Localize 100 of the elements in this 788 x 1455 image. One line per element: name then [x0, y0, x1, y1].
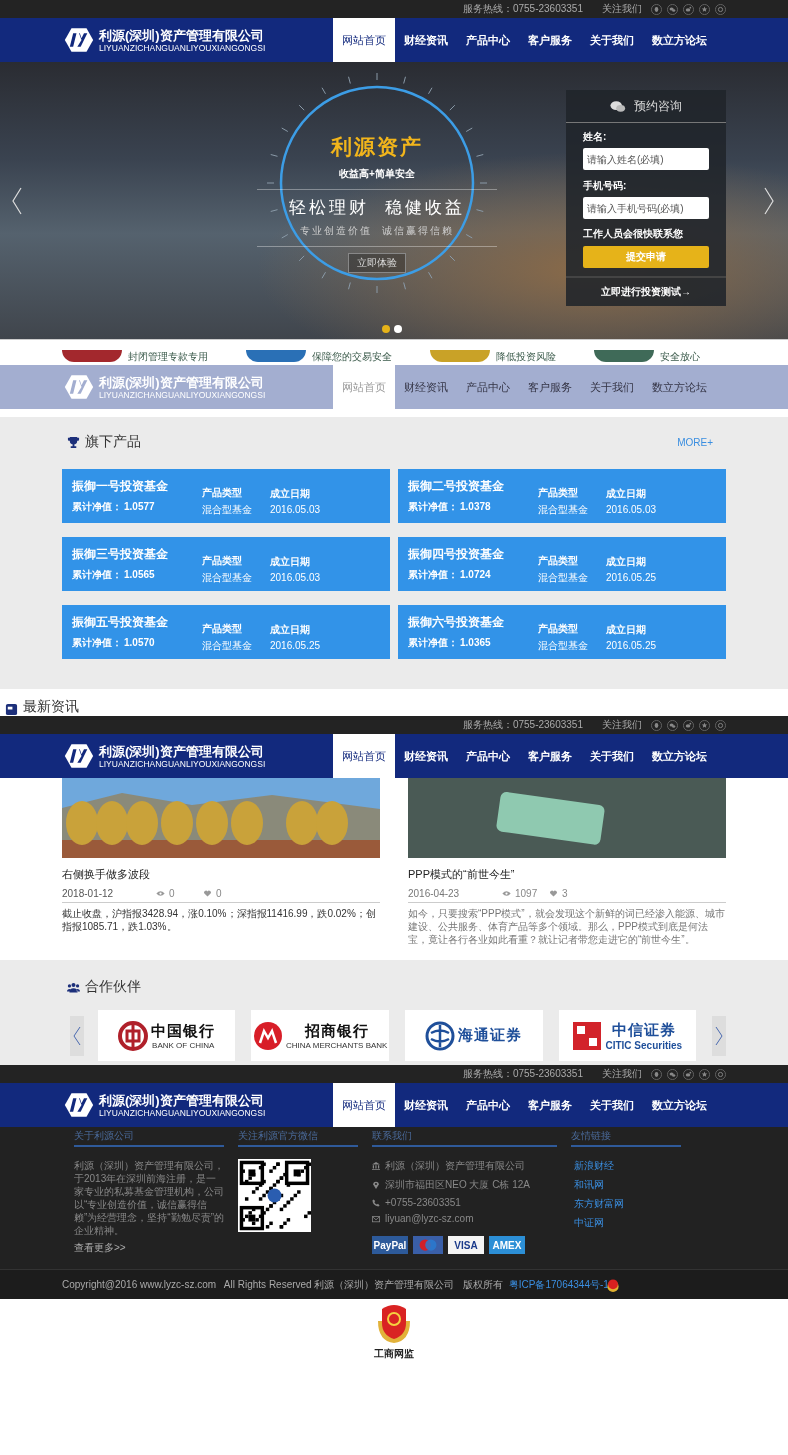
- nav-tab[interactable]: 网站首页: [333, 18, 395, 62]
- nav-tab[interactable]: 财经资讯: [395, 1083, 457, 1127]
- friend-link[interactable]: 中证网: [574, 1216, 681, 1230]
- star-icon[interactable]: [699, 719, 710, 731]
- chat-icon: [610, 99, 626, 113]
- nav-tab[interactable]: 财经资讯: [395, 734, 457, 778]
- nav-tab[interactable]: 关于我们: [581, 1083, 643, 1127]
- partner-english-name: CITIC Securities: [605, 1039, 683, 1051]
- nav-tab[interactable]: 客户服务: [519, 734, 581, 778]
- nav-tab[interactable]: 关于我们: [581, 734, 643, 778]
- heart-icon: [203, 890, 212, 897]
- column-heading: 联系我们: [372, 1129, 557, 1147]
- nav-label: 累计净值：: [408, 636, 458, 650]
- nav-tab[interactable]: 数立方论坛: [643, 1083, 716, 1127]
- more-link[interactable]: 查看更多>>: [74, 1241, 224, 1255]
- nav-tab[interactable]: 网站首页: [333, 734, 395, 778]
- partner-name: 招商银行: [304, 1021, 369, 1041]
- test-link[interactable]: 立即进行投资测试→: [566, 276, 726, 306]
- chat-icon[interactable]: [667, 1068, 678, 1080]
- nav-tab[interactable]: 客户服务: [519, 365, 581, 409]
- partner-name: 海通证券: [458, 1026, 523, 1045]
- badge-icon[interactable]: [715, 3, 726, 15]
- type-value: 混合型基金: [202, 638, 253, 653]
- trophy-icon: [67, 435, 80, 449]
- nav-tab[interactable]: 网站首页: [333, 1083, 395, 1127]
- news-date: 2018-01-12: [62, 888, 115, 899]
- partner-logo[interactable]: 招商银行 CHINA MERCHANTS BANK: [251, 1010, 389, 1061]
- product-name: 振御三号投资基金: [72, 546, 169, 563]
- phone-icon: [372, 1198, 380, 1207]
- logo-icon: [64, 374, 94, 400]
- envelope-icon: [372, 1214, 380, 1223]
- product-name: 振御四号投资基金: [408, 546, 505, 563]
- partner-logo[interactable]: 中国银行 BANK OF CHINA: [97, 1010, 236, 1061]
- m-mark-icon: [253, 1020, 284, 1051]
- type-label: 产品类型: [202, 553, 243, 568]
- nav-tab[interactable]: 产品中心: [457, 365, 519, 409]
- input-field[interactable]: 请输入姓名(必填): [583, 148, 709, 170]
- nav-tab[interactable]: 财经资讯: [395, 18, 457, 62]
- previous-button[interactable]: [70, 1015, 84, 1056]
- try-button[interactable]: 立即体验: [348, 253, 406, 273]
- nav-tab[interactable]: 财经资讯: [395, 365, 457, 409]
- news-title[interactable]: 右侧换手做多波段: [62, 867, 380, 882]
- friend-link[interactable]: 东方财富网: [574, 1197, 681, 1211]
- slide-dot[interactable]: [382, 325, 390, 333]
- nav-tab[interactable]: 产品中心: [457, 1083, 519, 1127]
- badge-icon[interactable]: [715, 719, 726, 731]
- payment-badge: VISA: [448, 1236, 484, 1254]
- nav-tab[interactable]: 数立方论坛: [643, 18, 716, 62]
- map-pin-icon: [372, 1181, 380, 1189]
- nav-tab[interactable]: 数立方论坛: [643, 365, 716, 409]
- section-title: 合作伙伴: [85, 978, 141, 996]
- date-label: 成立日期: [606, 487, 647, 501]
- company-name: 利源(深圳)资产管理有限公司: [99, 374, 265, 390]
- column-heading: 关注利源官方微信: [238, 1129, 358, 1147]
- partner-logo[interactable]: 中信证券 CITIC Securities: [558, 1010, 697, 1061]
- type-label: 产品类型: [538, 553, 579, 568]
- chevron-left-icon[interactable]: [12, 187, 22, 215]
- company-pinyin: LIYUANZICHANGUANLIYOUXIANGONGSI: [99, 1107, 266, 1118]
- star-icon[interactable]: [699, 3, 710, 15]
- nav-value: 1.0724: [460, 569, 491, 580]
- field-label: 手机号码:: [583, 179, 628, 193]
- nav-label: 累计净值：: [408, 500, 458, 514]
- date-value: 2016.05.03: [270, 572, 321, 583]
- contact-text: +0755-23603351: [385, 1197, 461, 1208]
- hotline-text: 服务热线：0755-23603351: [462, 1067, 583, 1081]
- chat-icon[interactable]: [667, 719, 678, 731]
- payment-badge: PayPal: [372, 1236, 408, 1254]
- nav-label: 累计净值：: [72, 500, 122, 514]
- news-title[interactable]: PPP模式的“前世今生”: [408, 867, 726, 882]
- friend-link[interactable]: 新浪财经: [574, 1159, 681, 1173]
- follow-label: 关注我们: [602, 718, 642, 732]
- hero-tagline: 专业创造价值 诚信赢得信赖: [300, 224, 454, 238]
- news-summary: 截止收盘，沪指报3428.94，涨0.10%；深指报11416.99，跌0.02%；创指报1085.71，跌1.03%。: [62, 907, 377, 933]
- icp-link[interactable]: 粤ICP备17064344号-1: [508, 1277, 609, 1292]
- partner-logo[interactable]: 海通证券: [405, 1010, 543, 1061]
- nav-tab[interactable]: 客户服务: [519, 18, 581, 62]
- nav-tab[interactable]: 产品中心: [457, 734, 519, 778]
- slide-dot[interactable]: [394, 325, 402, 333]
- type-value: 混合型基金: [538, 502, 589, 517]
- payment-badge: AMEX: [489, 1236, 525, 1254]
- chevron-right-icon[interactable]: [764, 187, 774, 215]
- nav-tab[interactable]: 关于我们: [581, 365, 643, 409]
- badge-icon[interactable]: [715, 1068, 726, 1080]
- like-count: 3: [562, 888, 569, 899]
- nav-tab[interactable]: 产品中心: [457, 18, 519, 62]
- company-name: 利源(深圳)资产管理有限公司: [99, 27, 265, 43]
- friend-link[interactable]: 和讯网: [574, 1178, 681, 1192]
- company-pinyin: LIYUANZICHANGUANLIYOUXIANGONGSI: [99, 389, 266, 400]
- input-field[interactable]: 请输入手机号码(必填): [583, 197, 709, 219]
- contact-text: liyuan@lyzc-sz.com: [385, 1213, 474, 1224]
- contact-text: 利源（深圳）资产管理有限公司: [385, 1159, 525, 1173]
- nav-tab[interactable]: 客户服务: [519, 1083, 581, 1127]
- star-icon[interactable]: [699, 1068, 710, 1080]
- field-label: 姓名:: [583, 130, 608, 144]
- nav-tab[interactable]: 数立方论坛: [643, 734, 716, 778]
- date-value: 2016.05.25: [606, 572, 657, 583]
- hero-slogan: 轻松理财 稳健收益: [289, 197, 465, 219]
- product-name: 振御二号投资基金: [408, 478, 505, 495]
- chat-icon[interactable]: [667, 3, 678, 15]
- nav-tab[interactable]: 关于我们: [581, 18, 643, 62]
